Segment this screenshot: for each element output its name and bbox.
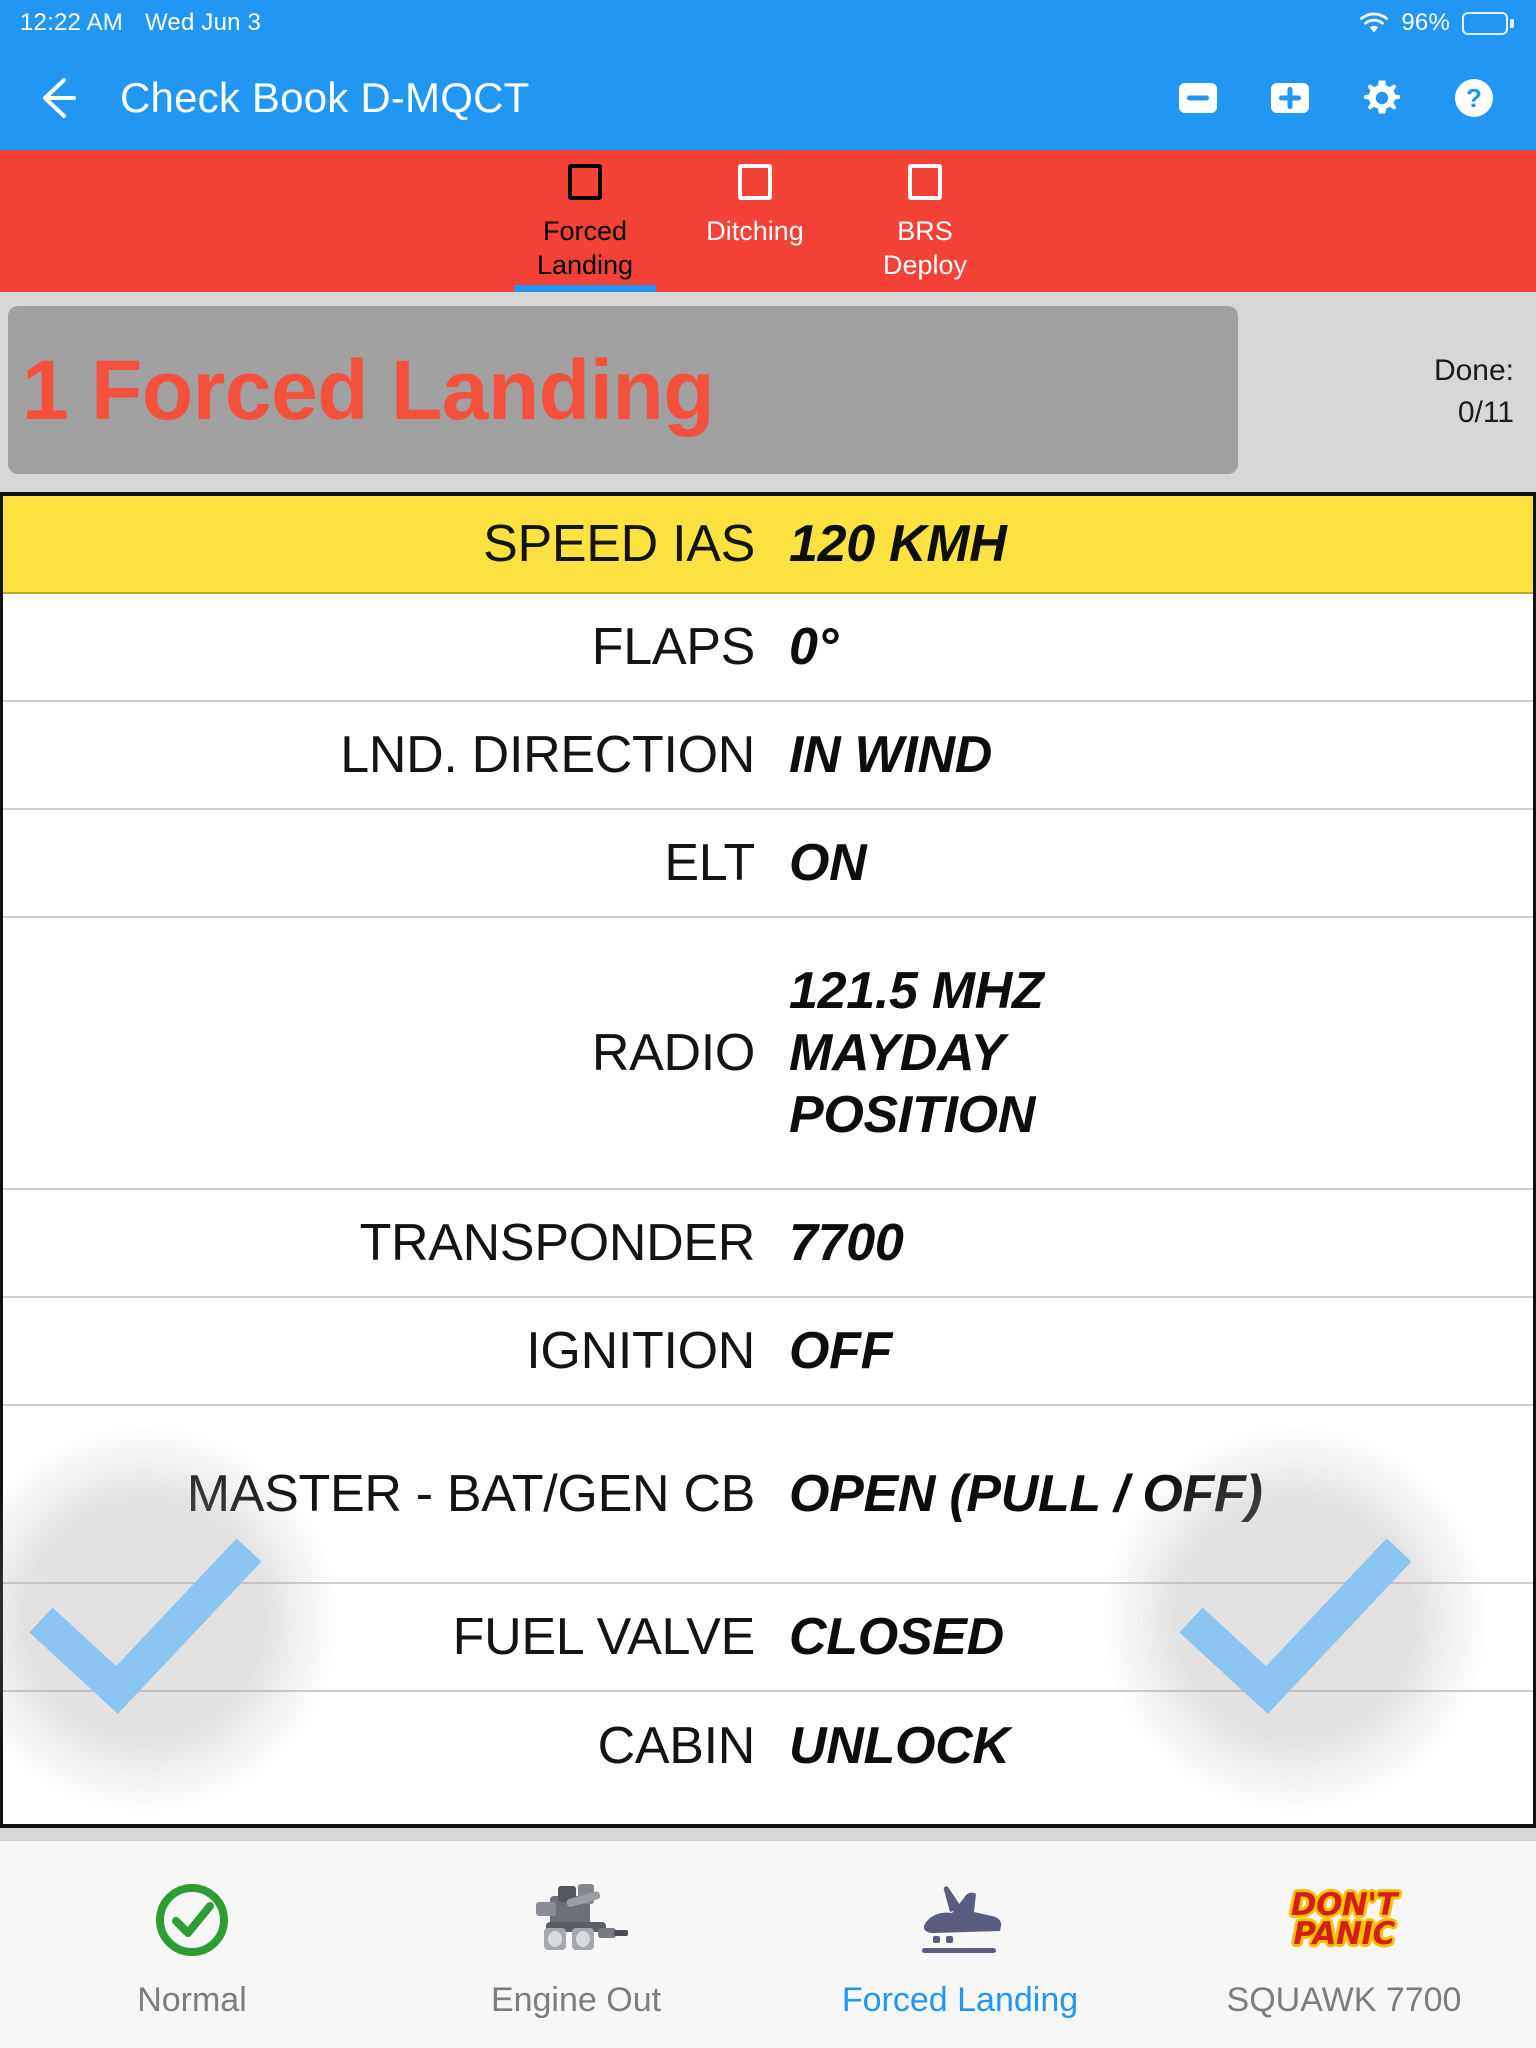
nav-item-engine-out[interactable]: Engine Out <box>384 1841 768 2048</box>
battery-icon <box>1462 11 1514 35</box>
tab-checkbox-icon[interactable] <box>738 164 772 200</box>
row-label-line: CB <box>683 1465 755 1523</box>
done-label: Done: <box>1433 354 1514 387</box>
row-value: CLOSED <box>789 1608 1004 1666</box>
row-value: UNLOCK <box>789 1717 1010 1775</box>
table-row[interactable]: RADIO 121.5 MHZ MAYDAY POSITION <box>3 918 1533 1190</box>
table-row[interactable]: FUEL VALVE CLOSED <box>3 1584 1533 1692</box>
emergency-tab-strip: Forced Landing Ditching BRS Deploy <box>0 150 1536 292</box>
row-value: IN WIND <box>789 726 992 784</box>
row-label: FLAPS <box>591 618 756 676</box>
bottom-nav: Normal Engine Out Forced Landing DON'T P… <box>0 1840 1536 2048</box>
row-label: SPEED IAS <box>483 515 755 573</box>
section-banner[interactable]: 1 Forced Landing <box>8 306 1238 474</box>
row-label: CABIN <box>597 1717 756 1775</box>
row-value-line: MAYDAY <box>789 1024 1005 1082</box>
app-bar-actions: ? <box>1174 74 1512 122</box>
row-value-line: POSITION <box>789 1086 1036 1144</box>
row-label: IGNITION <box>526 1322 755 1380</box>
status-bar: 12:22 AM Wed Jun 3 96% <box>0 0 1536 46</box>
wifi-icon <box>1359 12 1389 34</box>
tab-label-line1: Forced <box>542 216 628 246</box>
row-value: 121.5 MHZ MAYDAY POSITION <box>775 960 1533 1146</box>
status-date: Wed Jun 3 <box>145 9 262 36</box>
page-title: Check Book D-MQCT <box>120 74 530 121</box>
row-value: OPEN (PULL / OFF) <box>789 1465 1263 1523</box>
section-header: 1 Forced Landing Done: 0/11 <box>0 292 1536 492</box>
tab-checkbox-icon[interactable] <box>568 164 602 200</box>
table-row[interactable]: IGNITION OFF <box>3 1298 1533 1406</box>
app-root: 12:22 AM Wed Jun 3 96% Check Book D-MQCT… <box>0 0 1536 2048</box>
done-value: 0/11 <box>1457 396 1514 429</box>
back-arrow-icon[interactable] <box>30 71 84 125</box>
table-row[interactable]: MASTER - BAT/GEN CB OPEN (PULL / OFF) <box>3 1406 1533 1584</box>
tab-forced-landing[interactable]: Forced Landing <box>500 150 670 292</box>
status-time: 12:22 AM <box>20 9 124 36</box>
nav-label: Forced Landing <box>841 1980 1079 2019</box>
svg-text:?: ? <box>1466 83 1482 113</box>
nav-item-forced-landing[interactable]: Forced Landing <box>768 1841 1152 2048</box>
nav-label: SQUAWK 7700 <box>1226 1980 1462 2019</box>
table-row[interactable]: TRANSPONDER 7700 <box>3 1190 1533 1298</box>
row-label: ELT <box>664 834 755 892</box>
dont-panic-icon: DON'T PANIC <box>1291 1877 1398 1963</box>
status-bar-left: 12:22 AM Wed Jun 3 <box>20 9 261 37</box>
tab-label: BRS Deploy <box>883 214 967 282</box>
tab-label: Forced Landing <box>537 214 633 282</box>
table-row[interactable]: FLAPS 0° <box>3 594 1533 702</box>
tab-brs-deploy[interactable]: BRS Deploy <box>840 150 1010 292</box>
row-value: ON <box>789 834 867 892</box>
row-value: 120 KMH <box>789 515 1007 573</box>
help-icon[interactable]: ? <box>1450 74 1498 122</box>
table-row[interactable]: LND. DIRECTION IN WIND <box>3 702 1533 810</box>
table-row[interactable]: ELT ON <box>3 810 1533 918</box>
status-bar-right: 96% <box>1359 9 1514 37</box>
row-value: 0° <box>789 618 839 676</box>
row-label: MASTER - BAT/GEN CB <box>3 1463 775 1525</box>
tab-active-underline <box>514 285 656 292</box>
nav-spacer <box>0 1828 1536 1840</box>
done-counter: Done: 0/11 <box>1238 292 1536 492</box>
row-value-line: 121.5 MHZ <box>789 962 1044 1020</box>
row-label: LND. DIRECTION <box>340 726 755 784</box>
tab-label-line2: Deploy <box>882 250 968 280</box>
tab-list: Forced Landing Ditching BRS Deploy <box>500 150 1010 292</box>
engine-icon <box>516 1877 636 1963</box>
row-label: FUEL VALVE <box>452 1608 756 1666</box>
minus-box-icon[interactable] <box>1174 74 1222 122</box>
row-label-line: MASTER - BAT/GEN <box>186 1465 670 1523</box>
table-row[interactable]: SPEED IAS 120 KMH <box>3 496 1533 594</box>
row-value: 7700 <box>789 1214 904 1272</box>
section-title: 1 Forced Landing <box>22 343 715 437</box>
tab-label: Ditching <box>706 216 804 246</box>
plane-landing-icon <box>904 1877 1016 1963</box>
tab-checkbox-icon[interactable] <box>908 164 942 200</box>
checklist: SPEED IAS 120 KMH FLAPS 0° LND. DIRECTIO… <box>0 492 1536 1828</box>
table-row[interactable]: CABIN UNLOCK <box>3 1692 1533 1800</box>
tab-label-line2: Landing <box>536 250 634 280</box>
plus-box-icon[interactable] <box>1266 74 1314 122</box>
nav-item-squawk-7700[interactable]: DON'T PANIC SQUAWK 7700 <box>1152 1841 1536 2048</box>
gear-icon[interactable] <box>1358 74 1406 122</box>
row-label: TRANSPONDER <box>359 1214 756 1272</box>
nav-item-normal[interactable]: Normal <box>0 1841 384 2048</box>
app-bar: Check Book D-MQCT ? <box>0 46 1536 150</box>
nav-label: Engine Out <box>490 1980 662 2019</box>
green-check-circle-icon <box>150 1877 234 1963</box>
row-label: RADIO <box>591 1024 755 1082</box>
dont-panic-line2: PANIC <box>1293 1915 1395 1952</box>
battery-percent: 96% <box>1401 9 1450 36</box>
tab-ditching[interactable]: Ditching <box>670 150 840 292</box>
nav-label: Normal <box>137 1980 247 2019</box>
row-value: OFF <box>789 1322 893 1380</box>
tab-label-line1: BRS <box>897 216 953 246</box>
